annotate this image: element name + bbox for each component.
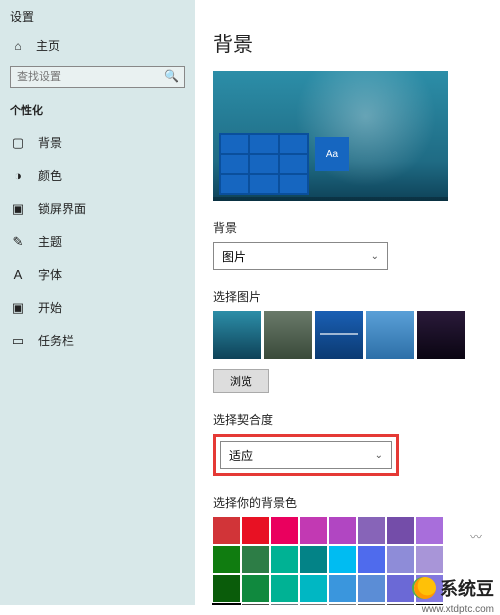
color-swatch[interactable]	[387, 546, 414, 573]
background-preview: Aa	[213, 71, 448, 201]
color-swatch[interactable]	[329, 546, 356, 573]
color-swatch[interactable]	[213, 517, 240, 544]
watermark-logo-icon	[414, 577, 436, 599]
sidebar-item-themes[interactable]: ✎ 主题	[0, 225, 195, 258]
sidebar-item-label: 主题	[38, 233, 62, 250]
watermark: 系统豆 www.xtdptc.com	[414, 575, 494, 601]
thumbnail-5[interactable]	[417, 311, 465, 359]
sidebar-item-label: 任务栏	[38, 332, 74, 349]
start-icon: ▣	[10, 300, 26, 316]
sidebar-item-fonts[interactable]: A 字体	[0, 258, 195, 291]
sidebar-item-lockscreen[interactable]: ▣ 锁屏界面	[0, 192, 195, 225]
color-swatch[interactable]	[358, 546, 385, 573]
dropdown-value: 图片	[222, 248, 246, 265]
sidebar-item-label: 字体	[38, 266, 62, 283]
color-swatch[interactable]	[242, 575, 269, 602]
preview-taskbar	[213, 197, 448, 201]
sidebar-item-label: 背景	[38, 134, 62, 151]
color-swatch[interactable]	[300, 546, 327, 573]
thumbnail-3[interactable]	[315, 311, 363, 359]
color-swatch[interactable]	[387, 517, 414, 544]
color-swatch[interactable]	[242, 546, 269, 573]
main-content: 背景 Aa 背景 图片 ⌄ 选择图片 浏览 选择契合度 适应 ⌄ 选择你的背	[195, 0, 500, 605]
background-type-dropdown[interactable]: 图片 ⌄	[213, 242, 388, 270]
sidebar-item-label: 颜色	[38, 167, 62, 184]
color-swatch[interactable]	[329, 575, 356, 602]
chevron-down-icon: ⌄	[375, 450, 383, 461]
palette-icon: ◑	[10, 168, 26, 183]
color-swatch[interactable]	[329, 517, 356, 544]
home-icon: ⌂	[10, 39, 26, 53]
color-swatch[interactable]	[416, 517, 443, 544]
color-swatch[interactable]	[271, 546, 298, 573]
color-swatch[interactable]	[213, 575, 240, 602]
browse-button[interactable]: 浏览	[213, 369, 269, 393]
theme-icon: ✎	[10, 234, 26, 250]
app-title: 设置	[0, 0, 195, 31]
annotation-highlight: 适应 ⌄	[213, 434, 399, 476]
search-input[interactable]	[10, 66, 185, 88]
taskbar-icon: ▭	[10, 333, 26, 349]
sidebar-item-start[interactable]: ▣ 开始	[0, 291, 195, 324]
fit-dropdown[interactable]: 适应 ⌄	[220, 441, 392, 469]
lock-icon: ▣	[10, 201, 26, 217]
thumbnail-1[interactable]	[213, 311, 261, 359]
color-swatch[interactable]	[213, 546, 240, 573]
watermark-brand: 系统豆	[440, 575, 494, 601]
sidebar-item-colors[interactable]: ◑ 颜色	[0, 159, 195, 192]
image-thumbnails	[213, 311, 486, 359]
sidebar-item-label: 锁屏界面	[38, 200, 86, 217]
color-swatch[interactable]	[387, 575, 414, 602]
font-icon: A	[10, 267, 26, 282]
color-swatch[interactable]	[271, 575, 298, 602]
search-icon: 🔍	[164, 69, 179, 83]
color-swatch[interactable]	[300, 517, 327, 544]
preview-start-tiles	[219, 133, 309, 195]
color-label: 选择你的背景色	[213, 494, 486, 511]
sidebar-item-background[interactable]: ▢ 背景	[0, 126, 195, 159]
picture-icon: ▢	[10, 135, 26, 151]
home-nav[interactable]: ⌂ 主页	[0, 31, 195, 60]
home-label: 主页	[36, 37, 60, 54]
background-dropdown-label: 背景	[213, 219, 486, 236]
color-swatch[interactable]	[416, 546, 443, 573]
page-title: 背景	[213, 28, 486, 57]
color-swatch[interactable]	[242, 517, 269, 544]
settings-sidebar: 设置 ⌂ 主页 🔍 个性化 ▢ 背景 ◑ 颜色 ▣ 锁屏界面 ✎ 主题 A 字体…	[0, 0, 195, 605]
watermark-url: www.xtdptc.com	[422, 604, 494, 615]
fit-label: 选择契合度	[213, 411, 486, 428]
sidebar-item-taskbar[interactable]: ▭ 任务栏	[0, 324, 195, 357]
thumbnail-4[interactable]	[366, 311, 414, 359]
color-swatch[interactable]	[271, 517, 298, 544]
preview-accent-tile: Aa	[315, 137, 349, 171]
section-label: 个性化	[0, 98, 195, 126]
thumbnail-2[interactable]	[264, 311, 312, 359]
more-icon: 〰	[470, 528, 482, 545]
dropdown-value: 适应	[229, 447, 253, 464]
choose-image-label: 选择图片	[213, 288, 486, 305]
color-swatch[interactable]	[300, 575, 327, 602]
search-container: 🔍	[10, 66, 185, 88]
sidebar-item-label: 开始	[38, 299, 62, 316]
color-swatch[interactable]	[358, 517, 385, 544]
color-swatch[interactable]	[358, 575, 385, 602]
chevron-down-icon: ⌄	[371, 251, 379, 262]
